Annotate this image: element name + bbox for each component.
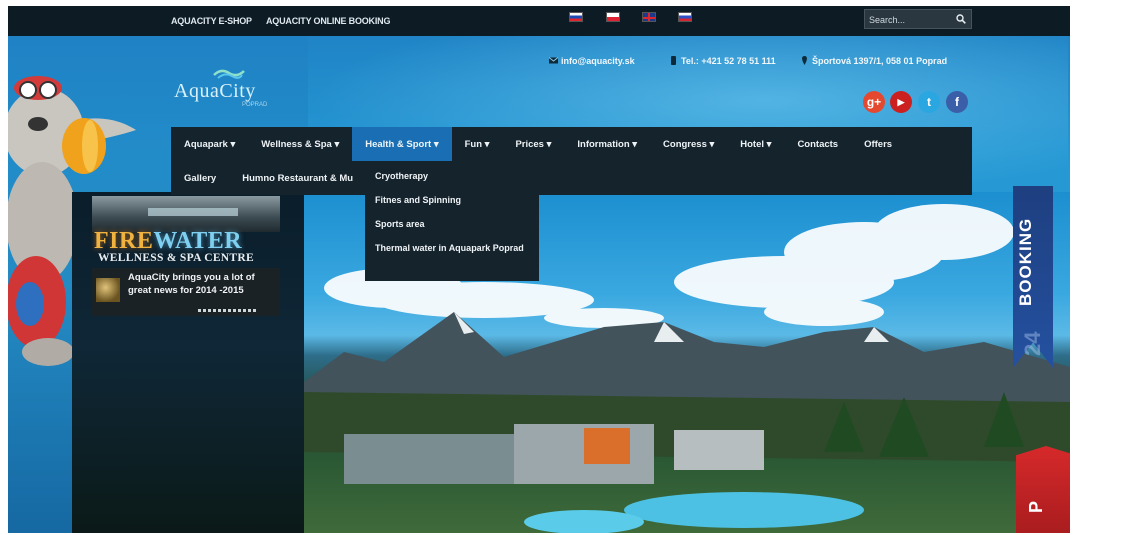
nav-item-offers[interactable]: Offers (851, 127, 905, 161)
wellness-subtitle: WELLNESS & SPA CENTRE (98, 252, 254, 264)
spa-pool-image (148, 208, 238, 216)
fire-text: FIRE (94, 228, 154, 254)
eshop-link[interactable]: AQUACITY E-SHOP (171, 16, 252, 26)
news-text[interactable]: AquaCity brings you a lot of great news … (128, 272, 278, 297)
email-text: info@aquacity.sk (561, 56, 635, 66)
nav-row-primary: Aquapark ▾ Wellness & Spa ▾ Health & Sport… (171, 127, 905, 161)
phone-icon (671, 56, 676, 65)
aquacity-logo[interactable]: AquaCity POPRAD (168, 66, 288, 116)
nav-item-contacts[interactable]: Contacts (784, 127, 851, 161)
location-pin-icon (802, 56, 807, 65)
nav-item-prices[interactable]: Prices ▾ (502, 127, 564, 161)
english-flag-icon[interactable] (642, 12, 656, 22)
search-icon[interactable] (956, 14, 966, 24)
facebook-icon[interactable]: f (946, 91, 968, 113)
nav-item-humno-restaurant-mu[interactable]: Humno Restaurant & Mu (229, 161, 366, 195)
side-promo-tab[interactable] (1016, 446, 1070, 533)
news-thumbnail (96, 278, 120, 302)
twitter-icon[interactable]: t (918, 91, 940, 113)
nav-item-information[interactable]: Information ▾ (564, 127, 650, 161)
envelope-icon (549, 57, 558, 64)
dropdown-item-cryotherapy[interactable]: Cryotherapy (365, 164, 539, 188)
nav-item-fun[interactable]: Fun ▾ (452, 127, 503, 161)
health-sport-dropdown: Cryotherapy Fitnes and Spinning Sports are… (365, 161, 539, 281)
nav-item-hotel[interactable]: Hotel ▾ (727, 127, 784, 161)
dropdown-item-fitnes-and-spinning[interactable]: Fitnes and Spinning (365, 188, 539, 212)
nav-item-gallery[interactable]: Gallery (171, 161, 229, 195)
russian-flag-icon[interactable] (678, 12, 692, 22)
top-bar: AQUACITY E-SHOP AQUACITY ONLINE BOOKING (8, 6, 1070, 36)
side-promo-letter: P (1026, 500, 1046, 513)
nav-item-wellness-spa[interactable]: Wellness & Spa ▾ (248, 127, 352, 161)
contact-email[interactable]: info@aquacity.sk (549, 56, 635, 66)
address-text: Športová 1397/1, 058 01 Poprad (812, 56, 948, 66)
booking-label[interactable]: BOOKING (1016, 186, 1036, 306)
booking-24-badge: 24 (1020, 331, 1045, 356)
contact-address: Športová 1397/1, 058 01 Poprad (800, 56, 947, 66)
search-input[interactable] (869, 13, 949, 27)
logo-subtext: POPRAD (242, 102, 268, 108)
nav-item-aquapark[interactable]: Aquapark ▾ (171, 127, 248, 161)
logo-wave-icon (213, 69, 245, 79)
page-frame: AQUACITY E-SHOP AQUACITY ONLINE BOOKING … (8, 6, 1070, 533)
fire-water-logo[interactable]: FIREWATER (94, 228, 242, 255)
dropdown-item-thermal-water-in-aquapark-poprad[interactable]: Thermal water in Aquapark Poprad (365, 236, 539, 260)
slovak-flag-icon[interactable] (569, 12, 583, 22)
phone-text: Tel.: +421 52 78 51 111 (681, 56, 776, 66)
google-plus-icon[interactable]: g+ (863, 91, 885, 113)
water-text: WATER (153, 228, 243, 254)
contact-phone: Tel.: +421 52 78 51 111 (669, 56, 776, 66)
nav-row-secondary: Gallery Humno Restaurant & Mu (171, 161, 366, 195)
youtube-icon[interactable]: ▶ (890, 91, 912, 113)
search-box (864, 9, 972, 29)
logo-text: AquaCity (174, 80, 256, 102)
news-more-dots (198, 309, 258, 312)
main-navigation: Aquapark ▾ Wellness & Spa ▾ Health & Sport… (171, 127, 972, 195)
nav-item-congress[interactable]: Congress ▾ (650, 127, 727, 161)
nav-item-health-sport[interactable]: Health & Sport ▾ (352, 127, 452, 161)
polish-flag-icon[interactable] (606, 12, 620, 22)
online-booking-link[interactable]: AQUACITY ONLINE BOOKING (266, 16, 390, 26)
dropdown-item-sports-area[interactable]: Sports area (365, 212, 539, 236)
